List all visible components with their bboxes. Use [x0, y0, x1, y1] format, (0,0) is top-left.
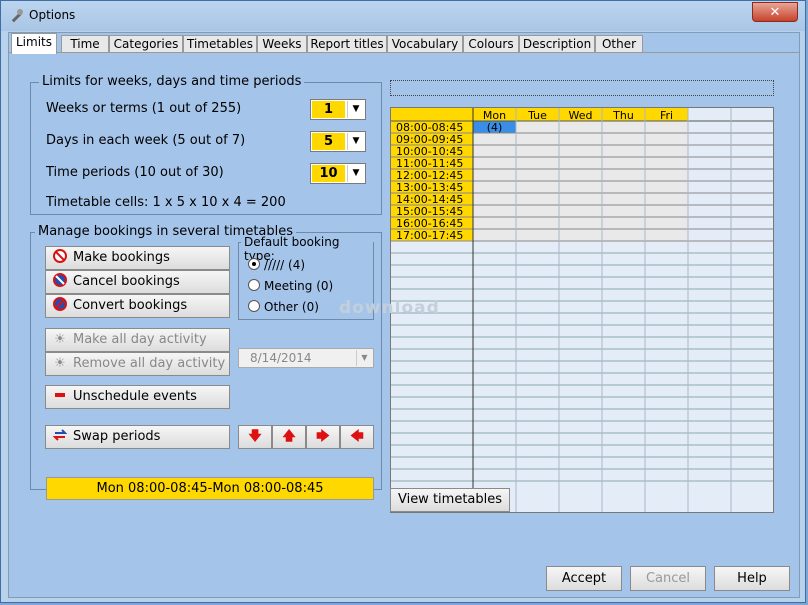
period-label: 17:00-17:45: [396, 229, 463, 242]
tab-timetables[interactable]: Timetables: [183, 35, 257, 53]
days-label: Days in each week (5 out of 7): [46, 133, 246, 148]
no-entry-icon: [52, 248, 68, 267]
tab-categories[interactable]: Categories: [109, 35, 183, 53]
day-header: Tue: [527, 109, 547, 122]
cells-summary: Timetable cells: 1 x 5 x 10 x 4 = 200: [46, 195, 286, 210]
move-left-button[interactable]: 🡄: [340, 425, 374, 449]
weeks-spinner[interactable]: 1 ▼: [310, 99, 366, 120]
periods-label: Time periods (10 out of 30): [46, 165, 224, 180]
cancel-booking-icon: [52, 272, 68, 291]
convert-bookings-button[interactable]: Convert bookings: [45, 294, 230, 318]
tab-report-titles[interactable]: Report titles: [307, 35, 387, 53]
radio-icon: [248, 279, 260, 291]
days-value: 5: [312, 133, 345, 150]
selected-cell-label: (4): [487, 121, 503, 134]
radio-icon: [248, 300, 260, 312]
tab-colours[interactable]: Colours: [463, 35, 519, 53]
minus-icon: [52, 389, 68, 405]
limits-group-title: Limits for weeks, days and time periods: [39, 74, 305, 89]
arrow-right-icon: 🡆: [316, 429, 330, 444]
radio-label: Meeting (0): [264, 279, 334, 293]
title-bar: Options ✕: [1, 1, 805, 31]
date-value: 8/14/2014: [250, 351, 312, 365]
day-header: Thu: [612, 109, 634, 122]
arrow-up-icon: 🡅: [282, 429, 296, 444]
swap-periods-label: Swap periods: [73, 429, 161, 444]
make-all-day-button[interactable]: ☀ Make all day activity: [45, 328, 230, 352]
selection-status: Mon 08:00-08:45-Mon 08:00-08:45: [46, 477, 374, 500]
make-all-day-label: Make all day activity: [73, 332, 207, 347]
move-up-button[interactable]: 🡅: [272, 425, 306, 449]
booking-type-radio-meeting[interactable]: Meeting (0): [248, 279, 333, 293]
sun-icon: ☀: [54, 331, 66, 347]
booking-type-radio-other[interactable]: Other (0): [248, 300, 319, 314]
days-spinner[interactable]: 5 ▼: [310, 131, 366, 152]
move-down-button[interactable]: 🡇: [238, 425, 272, 449]
convert-bookings-label: Convert bookings: [73, 298, 188, 313]
chevron-down-icon[interactable]: ▼: [356, 350, 372, 366]
chevron-down-icon[interactable]: ▼: [347, 165, 364, 182]
day-header: Fri: [660, 109, 673, 122]
cancel-bookings-button[interactable]: Cancel bookings: [45, 270, 230, 294]
periods-spinner[interactable]: 10 ▼: [310, 163, 366, 184]
view-timetables-button[interactable]: View timetables: [390, 488, 510, 512]
tab-other[interactable]: Other: [595, 35, 643, 53]
tab-description[interactable]: Description: [519, 35, 595, 53]
accept-button[interactable]: Accept: [546, 566, 622, 591]
convert-icon: [52, 296, 68, 315]
tab-weeks[interactable]: Weeks: [257, 35, 307, 53]
tab-vocabulary[interactable]: Vocabulary: [387, 35, 463, 53]
close-button[interactable]: ✕: [752, 2, 798, 22]
swap-periods-button[interactable]: Swap periods: [45, 425, 230, 449]
remove-all-day-label: Remove all day activity: [73, 356, 226, 371]
radio-label: ///// (4): [264, 258, 306, 272]
timetable-grid[interactable]: Mon Tue Wed Thu Fri 08:00-08:45 09:00-09:45 10:…: [390, 107, 774, 513]
make-bookings-label: Make bookings: [73, 250, 170, 265]
remove-all-day-button[interactable]: ☀ Remove all day activity: [45, 352, 230, 376]
radio-label: Other (0): [264, 300, 319, 314]
unschedule-events-button[interactable]: Unschedule events: [45, 385, 230, 409]
window-title: Options: [29, 8, 76, 22]
cancel-bookings-label: Cancel bookings: [73, 274, 180, 289]
swap-icon: [52, 428, 68, 446]
tab-limits[interactable]: Limits: [11, 33, 57, 54]
wrench-icon: [11, 9, 23, 23]
limits-tab-page: Limits for weeks, days and time periods …: [9, 52, 799, 551]
chevron-down-icon[interactable]: ▼: [347, 101, 364, 118]
weeks-value: 1: [312, 101, 345, 118]
arrow-down-icon: 🡇: [248, 429, 262, 444]
dialog-body: Limits Time Categories Timetables Weeks …: [8, 32, 800, 598]
watermark: download: [339, 298, 440, 318]
cancel-button[interactable]: Cancel: [630, 566, 706, 591]
day-header: Wed: [569, 109, 593, 122]
arrow-left-icon: 🡄: [350, 429, 364, 444]
make-bookings-button[interactable]: Make bookings: [45, 246, 230, 270]
booking-type-radio-slashes[interactable]: ///// (4): [248, 258, 305, 272]
unschedule-label: Unschedule events: [73, 389, 197, 404]
date-picker[interactable]: 8/14/2014 ▼: [238, 348, 374, 368]
move-right-button[interactable]: 🡆: [306, 425, 340, 449]
timetable-grid-svg: Mon Tue Wed Thu Fri08:00-08:4509:00-09:4510:…: [391, 108, 773, 512]
sun-icon: ☀: [54, 355, 66, 371]
tab-time[interactable]: Time: [61, 35, 109, 53]
limits-group: Limits for weeks, days and time periods …: [30, 74, 382, 215]
chevron-down-icon[interactable]: ▼: [347, 133, 364, 150]
periods-value: 10: [312, 165, 345, 182]
timetable-selector-bar[interactable]: [390, 80, 774, 96]
radio-selected-icon: [248, 258, 260, 270]
options-window: Options ✕ Limits Time Categories Timetab…: [0, 0, 806, 603]
weeks-label: Weeks or terms (1 out of 255): [46, 101, 242, 116]
help-button[interactable]: Help: [714, 566, 790, 591]
